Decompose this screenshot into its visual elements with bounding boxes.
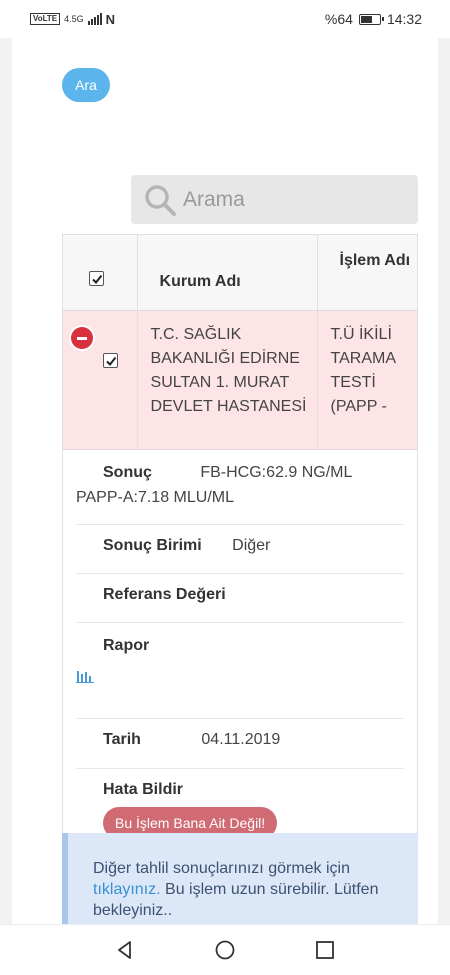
ara-button[interactable]: Ara [62, 68, 110, 102]
info-link[interactable]: tıklayınız. [93, 881, 161, 898]
table-row[interactable]: T.C. SAĞLIK BAKANLIĞI EDİRNE SULTAN 1. M… [63, 311, 417, 450]
network-type: 4.5G [64, 14, 84, 24]
search-bar[interactable] [131, 175, 418, 224]
detail-sonuc: Sonuç FB-HCG:62.9 NG/ML PAPP-A:7.18 MLU/… [76, 450, 404, 525]
referans-label: Referans Değeri [103, 586, 226, 603]
battery-percent: %64 [324, 11, 353, 27]
select-all-checkbox[interactable] [89, 271, 104, 286]
tarih-value: 04.11.2019 [201, 731, 281, 748]
row-detail: Sonuç FB-HCG:62.9 NG/ML PAPP-A:7.18 MLU/… [63, 450, 417, 861]
search-icon [145, 184, 176, 216]
row-checkbox-cell [63, 311, 138, 449]
header-checkbox-cell [63, 235, 138, 310]
sonuc-value-line2: PAPP-A:7.18 MLU/ML [76, 489, 234, 506]
battery-icon [358, 13, 384, 25]
results-table: Kurum Adı İşlem Adı T.C. SAĞLIK BAKANLIĞ… [62, 234, 418, 862]
back-icon[interactable] [114, 939, 136, 961]
sonuc-value-line1: FB-HCG:62.9 NG/ML [200, 464, 353, 481]
rapor-label: Rapor [103, 637, 150, 654]
hata-label: Hata Bildir [103, 781, 184, 798]
status-bar: VoLTE 4.5G N %64 14:32 [0, 0, 450, 38]
collapse-row-icon[interactable] [71, 327, 93, 349]
search-input[interactable] [183, 187, 403, 212]
signal-icon [87, 13, 102, 25]
bar-chart-icon[interactable] [76, 667, 94, 683]
detail-sonuc-birimi: Sonuç Birimi Diğer [76, 525, 404, 574]
row-institution: T.C. SAĞLIK BAKANLIĞI EDİRNE SULTAN 1. M… [138, 311, 318, 449]
home-icon[interactable] [214, 939, 236, 961]
tarih-label: Tarih [103, 731, 141, 748]
check-icon [105, 356, 116, 366]
detail-referans: Referans Değeri [76, 574, 404, 623]
clock: 14:32 [386, 11, 422, 27]
page-card: Ara Kurum Adı İşlem Adı T.C. SA [12, 38, 438, 924]
detail-tarih: Tarih 04.11.2019 [76, 719, 404, 769]
sonuc-birimi-label: Sonuç Birimi [103, 537, 202, 554]
navigation-bar [0, 924, 450, 975]
sonuc-label: Sonuç [103, 464, 152, 481]
info-text-before: Diğer tahlil sonuçlarınızı görmek için [93, 860, 350, 877]
row-procedure: T.Ü İKİLİ TARAMA TESTİ (PAPP - [330, 326, 396, 415]
volte-badge: VoLTE [30, 13, 61, 25]
battery-fill [360, 15, 373, 23]
check-icon [91, 274, 102, 284]
nfc-icon: N [105, 11, 116, 27]
header-institution: Kurum Adı [138, 235, 318, 310]
status-right: %64 14:32 [325, 11, 422, 27]
sonuc-birimi-value: Diğer [232, 537, 271, 554]
row-checkbox[interactable] [103, 353, 118, 368]
status-left: VoLTE 4.5G N [30, 12, 115, 27]
info-alert: Diğer tahlil sonuçlarınızı görmek için t… [62, 833, 418, 924]
detail-rapor: Rapor [76, 623, 404, 719]
table-header: Kurum Adı İşlem Adı [63, 235, 417, 311]
header-procedure: İşlem Adı [339, 252, 411, 269]
recents-icon[interactable] [314, 939, 336, 961]
